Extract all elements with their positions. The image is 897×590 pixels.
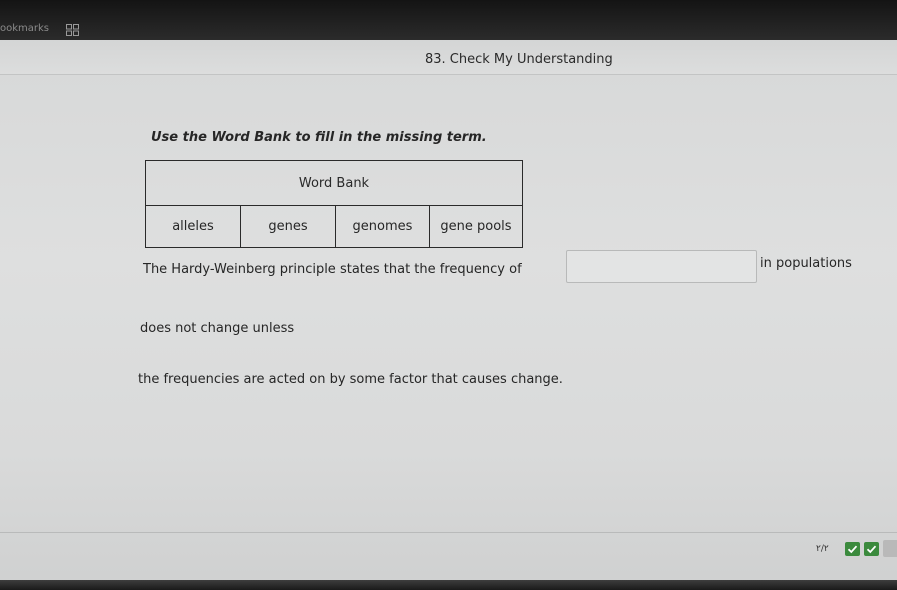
checkmark-icon [866,545,877,554]
word-bank-item-genomes[interactable]: genomes [336,206,430,247]
sentence-part-2: in populations [760,256,852,271]
sentence-part-4: the frequencies are acted on by some fac… [138,372,563,387]
page-title: 83. Check My Understanding [425,52,613,67]
lesson-page: 83. Check My Understanding Use the Word … [0,40,897,590]
word-bank-item-alleles[interactable]: alleles [146,206,241,247]
word-bank-title: Word Bank [146,161,522,206]
word-bank-table: Word Bank alleles genes genomes gene poo… [145,160,523,248]
next-button[interactable] [883,540,897,557]
bookmarks-label[interactable]: ookmarks [0,23,49,34]
page-header: 83. Check My Understanding [0,40,897,75]
answer-input-box[interactable] [566,250,757,283]
grid-icon[interactable] [66,24,79,36]
sentence-part-3: does not change unless [140,321,295,336]
check-button-2[interactable] [864,542,879,556]
browser-toolbar: ookmarks [0,0,897,40]
page-counter: ٢/٢ [816,544,829,554]
word-bank-row: alleles genes genomes gene pools [146,206,522,247]
sentence-part-1: The Hardy-Weinberg principle states that… [143,262,522,277]
check-button-1[interactable] [845,542,860,556]
instruction-text: Use the Word Bank to fill in the missing… [151,130,487,145]
screen-bottom-edge [0,580,897,590]
checkmark-icon [847,545,858,554]
word-bank-item-genes[interactable]: genes [241,206,336,247]
word-bank-item-gene-pools[interactable]: gene pools [430,206,522,247]
footer-divider [0,532,897,533]
